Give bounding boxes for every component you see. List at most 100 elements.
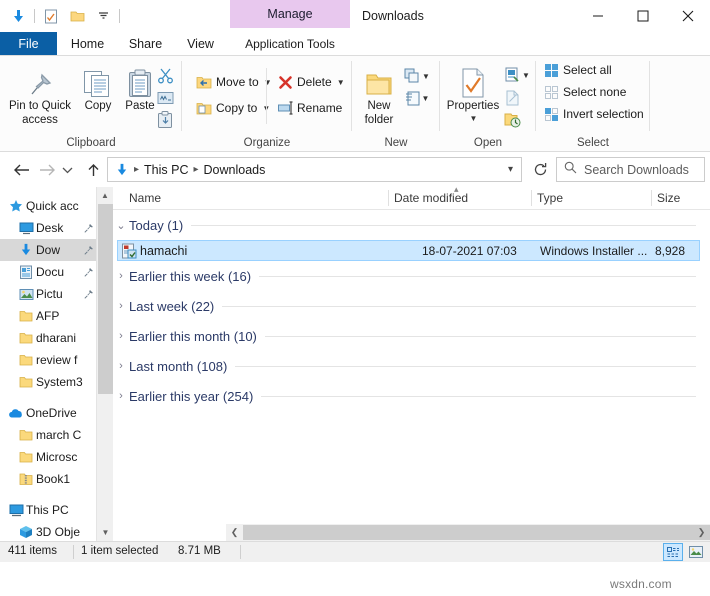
folder-icon — [16, 332, 36, 344]
tab-view[interactable]: View — [173, 32, 228, 56]
column-divider-2[interactable] — [531, 190, 532, 206]
breadcrumb-folder-icon[interactable] — [112, 163, 132, 177]
minimize-button[interactable] — [575, 0, 620, 31]
chevron-down-icon[interactable]: ⌄ — [113, 219, 129, 232]
back-button[interactable] — [10, 159, 32, 181]
new-folder-icon[interactable] — [67, 6, 87, 26]
large-icons-view-button[interactable] — [686, 543, 706, 561]
breadcrumb-this-pc[interactable]: This PC — [141, 163, 191, 177]
sidebar-item-dharani[interactable]: dharani — [0, 327, 96, 349]
contextual-tab-manage[interactable]: Manage — [230, 0, 350, 28]
group-header-earlier-this-week[interactable]: › Earlier this week (16) — [113, 261, 710, 291]
file-list-horizontal-scrollbar[interactable]: ❮ ❯ — [226, 524, 710, 541]
history-button[interactable] — [502, 110, 522, 130]
cut-button[interactable] — [155, 65, 175, 85]
close-button[interactable] — [665, 0, 710, 31]
chevron-right-icon[interactable]: › — [113, 300, 129, 312]
scroll-right-button[interactable]: ❯ — [693, 524, 710, 541]
select-all-button[interactable]: Select all — [543, 62, 612, 78]
details-view-button[interactable] — [663, 543, 683, 561]
properties-icon[interactable] — [41, 6, 61, 26]
forward-button[interactable] — [36, 159, 58, 181]
search-input[interactable]: Search Downloads — [584, 163, 689, 177]
sidebar-item-quick-access[interactable]: Quick acc — [0, 195, 96, 217]
new-folder-button[interactable]: New folder — [356, 64, 402, 127]
tab-share[interactable]: Share — [118, 32, 173, 56]
tab-home[interactable]: Home — [57, 32, 118, 56]
rename-icon — [277, 100, 293, 116]
sidebar-item-downloads[interactable]: Dow — [0, 239, 96, 261]
group-header-today[interactable]: ⌄ Today (1) — [113, 210, 710, 240]
chevron-down-icon[interactable]: ▾ — [508, 164, 517, 175]
sidebar-item-review-f[interactable]: review f — [0, 349, 96, 371]
breadcrumb-bar[interactable]: ▸ This PC ▸ Downloads ▾ — [107, 157, 522, 182]
up-button[interactable] — [82, 159, 104, 181]
move-to-button[interactable]: Move to ▼ — [196, 74, 272, 90]
new-item-button[interactable]: ▼ — [402, 66, 432, 86]
group-header-earlier-this-month[interactable]: › Earlier this month (10) — [113, 321, 710, 351]
column-divider-3[interactable] — [651, 190, 652, 206]
breadcrumb-downloads[interactable]: Downloads — [201, 163, 269, 177]
pin-to-quick-access-button[interactable]: Pin to Quick access — [4, 64, 76, 127]
copy-path-button[interactable] — [155, 88, 175, 108]
chevron-down-icon[interactable]: ▼ — [522, 71, 530, 80]
scroll-left-button[interactable]: ❮ — [226, 524, 243, 541]
properties-button[interactable]: Properties ▼ — [442, 64, 504, 123]
sidebar-item-afp[interactable]: AFP — [0, 305, 96, 327]
sidebar-item-3d-objects[interactable]: 3D Obje — [0, 521, 96, 541]
recent-locations-button[interactable] — [58, 159, 76, 181]
group-header-last-month[interactable]: › Last month (108) — [113, 351, 710, 381]
chevron-right-icon[interactable]: › — [113, 390, 129, 402]
open-button[interactable]: ▼ — [502, 65, 532, 85]
sidebar-item-pictures[interactable]: Pictu — [0, 283, 96, 305]
search-box[interactable]: Search Downloads — [556, 157, 705, 182]
tab-application-tools[interactable]: Application Tools — [230, 32, 350, 56]
column-header-name[interactable]: Name — [129, 187, 161, 209]
group-header-last-week[interactable]: › Last week (22) — [113, 291, 710, 321]
sidebar-item-documents[interactable]: Docu — [0, 261, 96, 283]
chevron-down-icon[interactable]: ▼ — [422, 72, 430, 81]
refresh-button[interactable] — [528, 157, 552, 182]
maximize-button[interactable] — [620, 0, 665, 31]
group-rule — [264, 335, 696, 337]
navigation-pane-scrollbar[interactable]: ▲ ▼ — [96, 187, 113, 541]
group-rule — [235, 365, 696, 367]
easy-access-button[interactable]: ▼ — [402, 88, 432, 108]
sidebar-item-march-c[interactable]: march C — [0, 424, 96, 446]
chevron-down-icon[interactable]: ▼ — [422, 94, 430, 103]
column-header-size[interactable]: Size — [657, 187, 680, 209]
copy-to-button[interactable]: Copy to ▼ — [196, 100, 270, 116]
chevron-down-icon[interactable]: ▼ — [470, 114, 478, 123]
copy-button[interactable]: Copy — [76, 64, 120, 114]
rename-button[interactable]: Rename — [277, 100, 342, 116]
chevron-right-icon[interactable]: › — [113, 270, 129, 282]
scrollbar-thumb[interactable] — [98, 204, 113, 394]
status-bar: 411 items 1 item selected 8.71 MB — [0, 541, 710, 562]
chevron-down-icon[interactable]: ▼ — [337, 78, 345, 87]
scroll-down-button[interactable]: ▼ — [97, 524, 114, 541]
sidebar-item-onedrive[interactable]: OneDrive — [0, 402, 96, 424]
select-none-button[interactable]: Select none — [543, 84, 626, 100]
folder-icon — [16, 451, 36, 463]
downloads-arrow-icon[interactable] — [8, 6, 28, 26]
sidebar-item-this-pc[interactable]: This PC — [0, 499, 96, 521]
column-divider-1[interactable] — [388, 190, 389, 206]
delete-button[interactable]: Delete ▼ — [277, 74, 345, 90]
table-row[interactable]: hamachi 18-07-2021 07:03 Windows Install… — [117, 240, 700, 261]
sidebar-item-microsoft[interactable]: Microsc — [0, 446, 96, 468]
h-scrollbar-thumb[interactable] — [243, 525, 710, 540]
sidebar-item-system3[interactable]: System3 — [0, 371, 96, 393]
chevron-right-icon[interactable]: › — [113, 330, 129, 342]
chevron-down-icon[interactable]: ▼ — [264, 78, 272, 87]
sidebar-item-desktop[interactable]: Desk — [0, 217, 96, 239]
tab-file[interactable]: File — [0, 32, 57, 56]
chevron-right-icon[interactable]: › — [113, 360, 129, 372]
paste-shortcut-button[interactable] — [155, 110, 175, 130]
sidebar-item-book1[interactable]: Book1 — [0, 468, 96, 490]
group-header-earlier-this-year[interactable]: › Earlier this year (254) — [113, 381, 710, 411]
group-divider-5 — [649, 61, 650, 131]
scroll-up-button[interactable]: ▲ — [97, 187, 113, 204]
customize-qat-caret[interactable] — [93, 6, 113, 26]
invert-selection-button[interactable]: Invert selection — [543, 106, 644, 122]
column-header-type[interactable]: Type — [537, 187, 563, 209]
